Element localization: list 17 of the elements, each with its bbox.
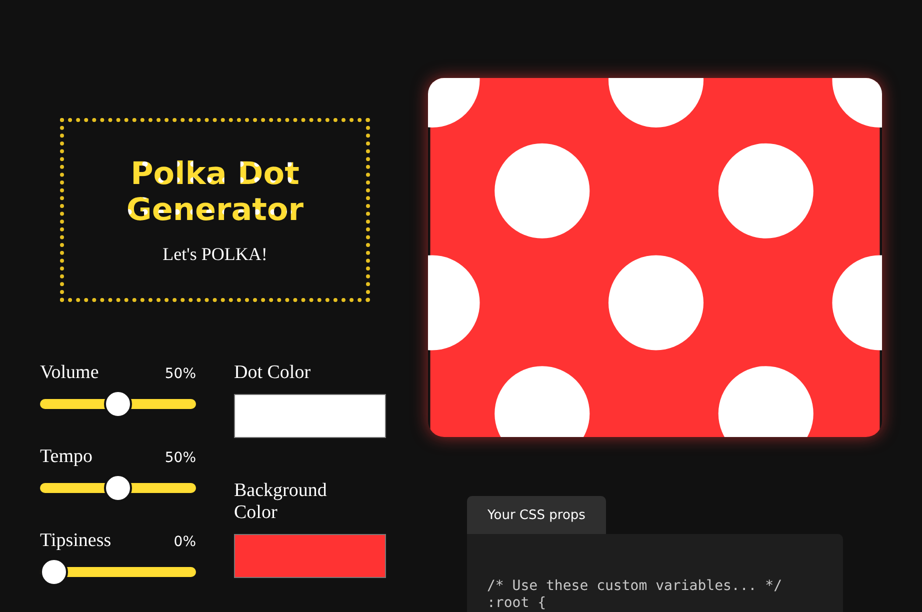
slider-label: Tipsiness xyxy=(40,530,112,552)
tagline: Let's POLKA! xyxy=(162,244,268,264)
code-tab[interactable]: Your CSS props xyxy=(467,496,606,534)
slider[interactable] xyxy=(40,390,196,418)
slider[interactable] xyxy=(40,474,196,502)
color-label: Dot Color xyxy=(234,362,312,384)
slider-label: Tempo xyxy=(40,446,92,468)
slider[interactable] xyxy=(40,558,196,586)
color-picker[interactable] xyxy=(234,394,386,438)
slider-value: 50% xyxy=(164,450,196,466)
code-line: :root { xyxy=(487,595,548,612)
color-picker[interactable] xyxy=(234,534,386,578)
slider-label: Volume xyxy=(40,362,99,384)
slider-value: 50% xyxy=(164,366,196,382)
slider-value: 0% xyxy=(174,534,196,550)
code-line: /* Use these custom variables... */ xyxy=(487,578,784,595)
color-label: Background Color xyxy=(234,480,328,524)
